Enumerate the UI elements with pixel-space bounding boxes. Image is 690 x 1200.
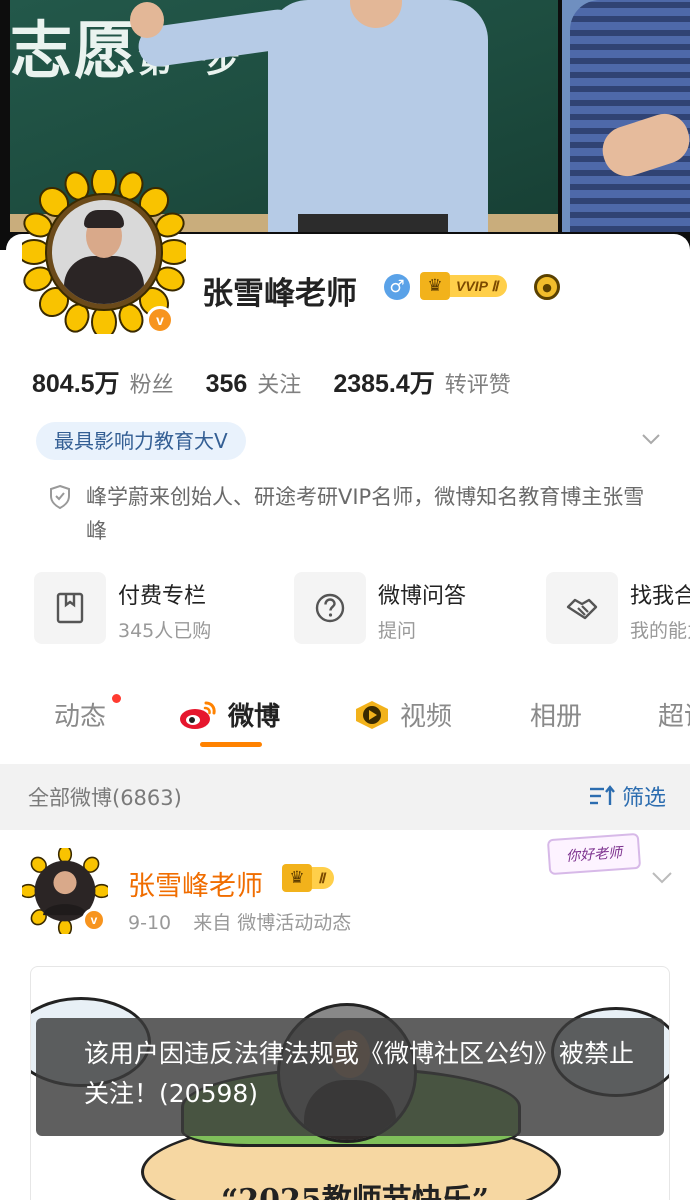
post-image-caption: “2025教师节快乐” xyxy=(221,1175,489,1200)
service-title: 找我合作 xyxy=(630,584,690,609)
filter-label: 筛选 xyxy=(622,786,667,811)
tab-label: 微博 xyxy=(228,702,281,732)
post-vip-label: Ⅱ xyxy=(312,867,334,889)
video-icon xyxy=(356,700,388,729)
greeting-sticker: 你好老师 xyxy=(546,832,642,876)
verified-badge-glyph: v xyxy=(90,913,98,927)
chevron-down-icon[interactable] xyxy=(650,868,674,888)
profile-bio: 峰学蔚来创始人、研途考研VIP名师，微博知名教育博主张雪峰 xyxy=(86,485,645,543)
medal-icon[interactable]: ● xyxy=(534,274,560,300)
followers-count[interactable]: 804.5万 xyxy=(32,364,120,400)
service-title: 微博问答 xyxy=(378,584,467,609)
profile-avatar[interactable]: v xyxy=(22,170,186,334)
post-date: 9-10 xyxy=(128,912,172,934)
handshake-icon xyxy=(546,572,618,644)
service-subtitle: 我的能力 xyxy=(630,620,690,642)
blocked-toast: 该用户因违反法律法规或《微博社区公约》被禁止关注！(20598) xyxy=(36,1018,664,1136)
following-count[interactable]: 356 xyxy=(206,370,248,399)
column-icon xyxy=(34,572,106,644)
tab-weibo[interactable]: 微博 xyxy=(178,696,280,733)
followers-label[interactable]: 粉丝 xyxy=(130,367,174,399)
avatar-photo xyxy=(52,200,156,304)
service-subtitle: 提问 xyxy=(378,620,417,642)
service-paid-column[interactable]: 付费专栏 345人已购 xyxy=(34,572,274,648)
filter-icon xyxy=(590,785,615,805)
tab-label: 相册 xyxy=(530,702,583,732)
verified-badge-glyph: v xyxy=(156,312,164,328)
tab-supertopic[interactable]: 超话 xyxy=(658,696,690,733)
profile-name: 张雪峰老师 xyxy=(202,276,357,312)
influence-tag[interactable]: 最具影响力教育大V xyxy=(36,422,246,460)
tab-label: 动态 xyxy=(54,702,107,732)
profile-stats: 804.5万 粉丝 356 关注 2385.4万 转评赞 xyxy=(32,364,511,399)
reposts-label[interactable]: 转评赞 xyxy=(445,367,511,399)
service-subtitle: 345人已购 xyxy=(118,620,212,642)
notification-dot xyxy=(112,694,121,703)
filter-button[interactable]: 筛选 xyxy=(588,780,666,812)
active-tab-underline xyxy=(200,742,262,747)
post-meta: 9-10 来自 微博活动动态 xyxy=(128,908,351,935)
weibo-count: 全部微博(6863) xyxy=(28,786,182,810)
verified-badge-icon: v xyxy=(82,908,106,932)
reposts-count[interactable]: 2385.4万 xyxy=(333,364,434,400)
tab-dynamics[interactable]: 动态 xyxy=(54,696,106,733)
service-cooperation[interactable]: 找我合作 我的能力 xyxy=(546,572,690,648)
verified-badge-icon: v xyxy=(146,306,174,334)
crown-icon: ♛ xyxy=(282,864,312,892)
vvip-badge[interactable]: ♛ VVIP Ⅱ xyxy=(420,272,508,300)
shield-check-icon xyxy=(50,484,70,510)
profile-tabs: 动态 微博 视频 相册 超话 xyxy=(0,692,690,752)
male-icon: ♂ xyxy=(384,274,410,300)
following-label[interactable]: 关注 xyxy=(257,367,301,399)
services-row: 付费专栏 345人已购 微博问答 提问 找我合作 我的能力 xyxy=(0,572,690,648)
chevron-down-icon[interactable] xyxy=(640,428,662,450)
post-vip-badge[interactable]: ♛ Ⅱ xyxy=(282,864,334,892)
cover-side-image xyxy=(562,0,690,232)
question-icon xyxy=(294,572,366,644)
crown-icon: ♛ xyxy=(420,272,450,300)
service-qa[interactable]: 微博问答 提问 xyxy=(294,572,524,648)
tab-label: 超话 xyxy=(658,702,690,732)
filter-bar: 全部微博(6863) 筛选 xyxy=(0,764,690,830)
tab-label: 视频 xyxy=(400,702,453,732)
post-author-name[interactable]: 张雪峰老师 xyxy=(128,864,263,903)
post-author-avatar[interactable]: v xyxy=(19,845,111,937)
vvip-label: VVIP Ⅱ xyxy=(450,275,508,297)
post-source: 来自 微博活动动态 xyxy=(193,912,352,934)
teacher-figure xyxy=(130,0,488,232)
tab-album[interactable]: 相册 xyxy=(530,696,582,733)
weibo-logo-icon xyxy=(180,701,216,729)
tab-video[interactable]: 视频 xyxy=(352,696,452,733)
chalkboard-text-main: 志愿 xyxy=(10,14,139,87)
service-title: 付费专栏 xyxy=(118,584,207,609)
